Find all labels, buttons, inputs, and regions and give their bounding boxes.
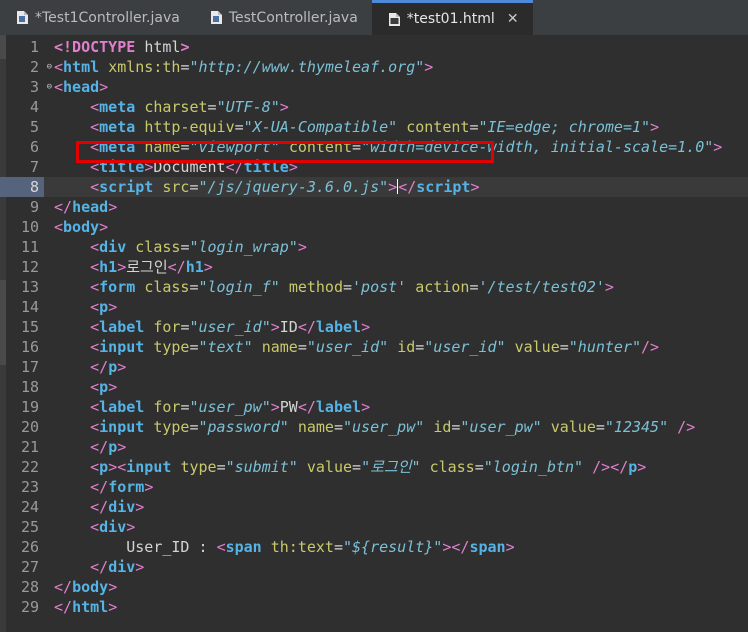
code-line[interactable]: 2 ⊖ <html xmlns:th="http://www.thymeleaf.… [0,57,748,77]
code-text: <h1>로그인</h1> [90,258,213,276]
code-text: <p> [90,298,118,316]
line-number: 26 [20,538,39,556]
line-number: 3 ⊖ [29,78,52,96]
code-text: <html xmlns:th="http://www.thymeleaf.org… [54,58,434,76]
code-text: </body> [54,578,118,596]
line-number: 4 [29,98,39,116]
code-text: </html> [54,598,118,616]
code-text: <label for="user_pw">PW</label> [90,398,371,416]
code-text: <div class="login_wrap"> [90,238,307,256]
line-number: 13 [20,278,39,296]
code-text: User_ID : <span th:text="${result}"></sp… [126,538,515,556]
code-text: <body> [54,218,109,236]
code-line[interactable]: 3 ⊖ <head> [0,77,748,97]
line-number: 24 [20,498,39,516]
code-line[interactable]: 1 <!DOCTYPE html> [0,37,748,57]
code-text: <head> [54,78,109,96]
code-line[interactable]: 29 </html> [0,597,748,617]
tab-test01-html[interactable]: *test01.html ✕ [371,0,533,35]
code-text: </head> [54,198,118,216]
code-text: <p> [90,378,118,396]
code-line[interactable]: 17 </p> [0,357,748,377]
code-text: </p> [90,358,127,376]
line-number: 16 [20,338,39,356]
code-line[interactable]: 4 <meta charset="UTF-8"> [0,97,748,117]
line-number: 12 [20,258,39,276]
line-number: 18 [20,378,39,396]
code-line[interactable]: 20 <input type="password" name="user_pw"… [0,417,748,437]
code-line[interactable]: 15 <label for="user_id">ID</label> [0,317,748,337]
line-number: 5 [29,118,39,136]
code-text: <script src="/js/jquery-3.6.0.js"></scri… [90,178,480,196]
fold-icon: ⊖ [46,82,52,92]
close-icon[interactable]: ✕ [507,11,519,27]
code-line[interactable]: 21 </p> [0,437,748,457]
code-line-current[interactable]: 8 <script src="/js/jquery-3.6.0.js"></sc… [0,177,748,197]
code-line[interactable]: 11 <div class="login_wrap"> [0,237,748,257]
code-line[interactable]: 12 <h1>로그인</h1> [0,257,748,277]
line-number: 23 [20,478,39,496]
code-line[interactable]: 13 <form class="login_f" method='post' a… [0,277,748,297]
code-line[interactable]: 10 <body> [0,217,748,237]
line-number: 10 [20,218,39,236]
code-line[interactable]: 5 <meta http-equiv="X-UA-Compatible" con… [0,117,748,137]
code-text: </div> [90,558,145,576]
code-text: <div> [90,518,136,536]
line-number: 9 [29,198,39,216]
code-line[interactable]: 14 <p> [0,297,748,317]
code-text: <meta charset="UTF-8"> [90,98,289,116]
line-number: 11 [20,238,39,256]
tab-testcontroller-java[interactable]: TestController.java [194,0,372,35]
code-text: <form class="login_f" method='post' acti… [90,278,614,296]
java-file-icon [17,11,28,24]
code-text: </form> [90,478,154,496]
code-line[interactable]: 27 </div> [0,557,748,577]
code-line[interactable]: 28 </body> [0,577,748,597]
line-number: 15 [20,318,39,336]
line-number: 17 [20,358,39,376]
line-number: 25 [20,518,39,536]
highlight-box [76,141,494,163]
code-text: </p> [90,438,127,456]
line-number: 14 [20,298,39,316]
line-number: 29 [20,598,39,616]
line-number: 28 [20,578,39,596]
code-text: <label for="user_id">ID</label> [90,318,371,336]
line-number: 7 [29,158,39,176]
line-number: 6 [29,138,39,156]
line-number: 22 [20,458,39,476]
code-line[interactable]: 25 <div> [0,517,748,537]
code-text: <p><input type="submit" value="로그인" clas… [90,458,647,476]
line-number: 21 [20,438,39,456]
line-number: 20 [20,418,39,436]
editor-tab-bar: *Test1Controller.java TestController.jav… [0,0,748,35]
code-line[interactable]: 26 User_ID : <span th:text="${result}"><… [0,537,748,557]
code-text: </div> [90,498,145,516]
code-line[interactable]: 24 </div> [0,497,748,517]
line-number: 8 [0,177,44,197]
tab-test1controller-java[interactable]: *Test1Controller.java [0,0,194,35]
code-editor[interactable]: 1 <!DOCTYPE html> 2 ⊖ <html xmlns:th="htt… [0,35,748,632]
code-text: <meta http-equiv="X-UA-Compatible" conte… [90,118,660,136]
tab-label: TestController.java [228,9,358,26]
line-number: 19 [20,398,39,416]
code-line[interactable]: 16 <input type="text" name="user_id" id=… [0,337,748,357]
code-line[interactable]: 23 </form> [0,477,748,497]
code-line[interactable]: 22 <p><input type="submit" value="로그인" c… [0,457,748,477]
line-number: 27 [20,558,39,576]
code-text: <input type="password" name="user_pw" id… [90,418,696,436]
code-line[interactable]: 19 <label for="user_pw">PW</label> [0,397,748,417]
line-number: 1 [29,38,39,56]
html-file-icon [388,12,400,26]
fold-icon: ⊖ [46,62,52,72]
java-file-icon [210,11,222,24]
code-text: <input type="text" name="user_id" id="us… [90,338,660,356]
tab-label: *Test1Controller.java [35,9,180,26]
line-number: 2 ⊖ [29,58,52,76]
code-line[interactable]: 9 </head> [0,197,748,217]
code-line[interactable]: 18 <p> [0,377,748,397]
code-text: <!DOCTYPE html> [54,38,190,56]
tab-label: *test01.html [406,11,495,27]
